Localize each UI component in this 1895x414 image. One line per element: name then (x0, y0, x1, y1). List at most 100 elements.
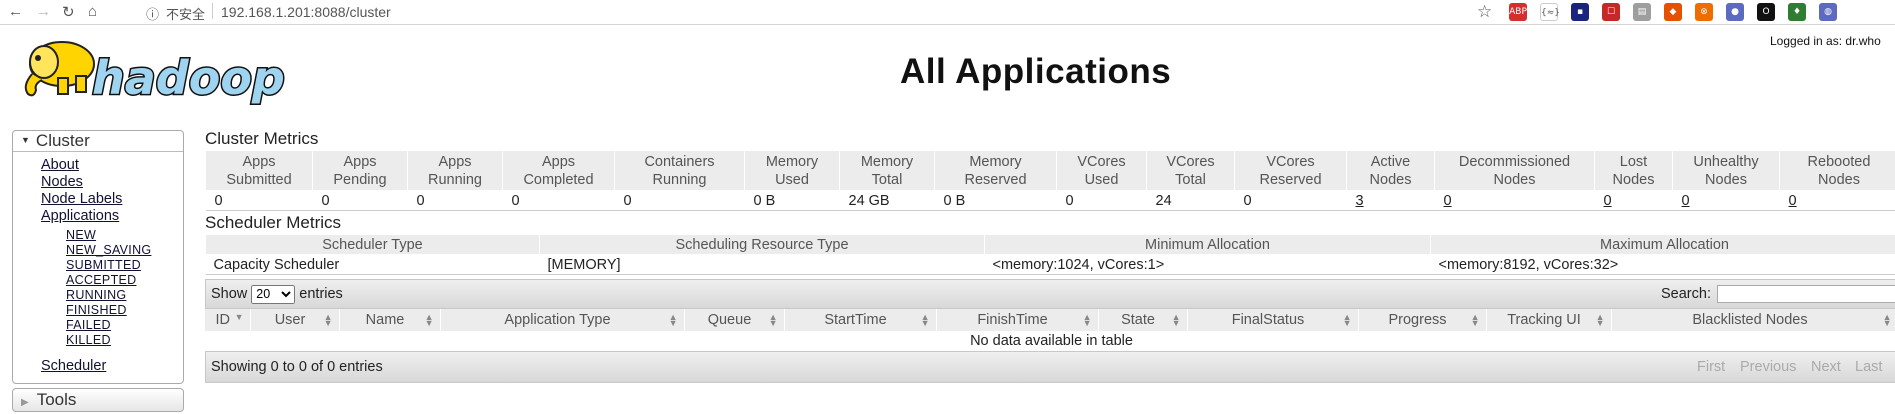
ext-red-icon[interactable]: ☐ (1602, 3, 1620, 21)
sidebar-link-nodes[interactable]: Nodes (41, 174, 183, 191)
column-header[interactable]: FinishTime ▲ ▼ (936, 309, 1099, 331)
app-state-new[interactable]: NEW (66, 228, 183, 243)
abp-icon[interactable]: ABP (1509, 3, 1527, 21)
app-state-submitted[interactable]: SUBMITTED (66, 258, 183, 273)
app-state-finished[interactable]: FINISHED (66, 303, 183, 318)
ext-green-icon[interactable]: ♦ (1788, 3, 1806, 21)
sidebar-link-about[interactable]: About (41, 157, 183, 174)
column-header[interactable]: ID ▼ (205, 309, 251, 331)
metric-value-link[interactable]: 0 (1789, 193, 1797, 209)
metric-header: VCores Used (1056, 150, 1147, 191)
search-label: Search: (1661, 286, 1711, 302)
forward-icon[interactable]: → (36, 3, 51, 20)
page-size-select[interactable]: 20 (251, 284, 296, 304)
column-header[interactable]: FinalStatus ▲ ▼ (1187, 309, 1359, 331)
column-header[interactable]: Blacklisted Nodes ▲ ▼ (1611, 309, 1895, 331)
app-state-new-saving[interactable]: NEW_SAVING (66, 243, 183, 258)
sidebar-link-scheduler[interactable]: Scheduler (41, 358, 183, 375)
info-icon[interactable]: ⓘ (146, 4, 159, 23)
sidebar-link-applications[interactable]: Applications (41, 208, 183, 225)
metric-value: 0 (502, 190, 615, 211)
sched-min-value: <memory:1024, vCores:1> (984, 254, 1431, 275)
sort-both-icon: ▲ ▼ (1082, 312, 1092, 328)
show-label: Show (211, 286, 248, 302)
column-header[interactable]: Application Type ▲ ▼ (440, 309, 685, 331)
column-header[interactable]: Tracking UI ▲ ▼ (1486, 309, 1612, 331)
page-size-control: Show 20 entries (211, 280, 343, 308)
app-state-links: NEW NEW_SAVING SUBMITTED ACCEPTED RUNNIN… (41, 228, 183, 348)
home-icon[interactable]: ⌂ (88, 3, 97, 20)
metric-value-link[interactable]: 0 (1444, 193, 1452, 209)
column-header[interactable]: Name ▲ ▼ (339, 309, 441, 331)
search-input[interactable] (1717, 285, 1895, 303)
ext-globe-icon[interactable]: ● (1726, 3, 1744, 21)
metric-value: 24 (1146, 190, 1235, 211)
metric-header: Apps Submitted (205, 150, 313, 191)
metric-header: Memory Total (839, 150, 935, 191)
metric-value-link[interactable]: 0 (1604, 193, 1612, 209)
metric-header: Lost Nodes (1594, 150, 1673, 191)
column-header[interactable]: Queue ▲ ▼ (684, 309, 785, 331)
metric-header: Apps Pending (312, 150, 408, 191)
metric-header: Memory Used (744, 150, 840, 191)
sort-both-icon: ▲ ▼ (424, 312, 434, 328)
metric-value-link[interactable]: 3 (1356, 193, 1364, 209)
sort-both-icon: ▲ ▼ (1595, 312, 1605, 328)
app-state-killed[interactable]: KILLED (66, 333, 183, 348)
hadoop-logo-text: hadoop (92, 51, 285, 105)
applications-table: ID ▼ User ▲ ▼ Name ▲ ▼ Application Type ▲ ▼ Queue ▲ ▼… (205, 309, 1895, 351)
metric-value-link[interactable]: 0 (1682, 193, 1690, 209)
ext-earth-icon[interactable]: ◍ (1819, 3, 1837, 21)
column-header[interactable]: State ▲ ▼ (1098, 309, 1188, 331)
cluster-label: Cluster (35, 131, 90, 150)
metric-value: 0 (205, 190, 313, 211)
app-state-accepted[interactable]: ACCEPTED (66, 273, 183, 288)
sort-both-icon: ▲ ▼ (1882, 312, 1892, 328)
pager-last[interactable]: Last (1855, 352, 1882, 382)
main-content: Cluster Metrics Apps Submitted Apps Pending… (205, 128, 1895, 383)
empty-table-message: No data available in table (970, 333, 1133, 349)
gitlab-icon[interactable]: ◆ (1664, 3, 1682, 21)
sort-both-icon: ▲ ▼ (323, 312, 333, 328)
ext-orange-icon[interactable]: ⊗ (1695, 3, 1713, 21)
reload-icon[interactable]: ↻ (62, 3, 75, 21)
pager-previous[interactable]: Previous (1740, 352, 1796, 382)
page-title: All Applications (900, 52, 1172, 91)
bookmark-star-icon[interactable]: ☆ (1477, 2, 1492, 22)
security-label[interactable]: 不安全 (166, 4, 205, 23)
address-separator (212, 3, 213, 19)
metric-value: 0 (1434, 190, 1595, 211)
address-bar-url[interactable]: 192.168.1.201:8088/cluster (221, 4, 391, 20)
ext-dark-icon[interactable]: ▪ (1571, 3, 1589, 21)
sched-header-resource: Scheduling Resource Type (539, 234, 985, 255)
metric-value: 24 GB (839, 190, 935, 211)
app-state-running[interactable]: RUNNING (66, 288, 183, 303)
cluster-metrics-table: Apps Submitted Apps Pending Apps Running Apps C… (205, 150, 1895, 211)
pager-first[interactable]: First (1697, 352, 1725, 382)
column-header[interactable]: Progress ▲ ▼ (1358, 309, 1487, 331)
back-icon[interactable]: ← (8, 3, 23, 20)
sort-both-icon: ▲ ▼ (920, 312, 930, 328)
app-state-failed[interactable]: FAILED (66, 318, 183, 333)
sidebar-link-node-labels[interactable]: Node Labels (41, 191, 183, 208)
cluster-panel-header[interactable]: ▼ Cluster (13, 131, 183, 152)
apps-table-footer: Showing 0 to 0 of 0 entries First Previo… (205, 351, 1895, 383)
pager-next[interactable]: Next (1811, 352, 1841, 382)
ext-doc-icon[interactable]: ▤ (1633, 3, 1651, 21)
tools-panel-header[interactable]: ▶ Tools (12, 388, 184, 412)
ext-ring-icon[interactable]: O (1757, 3, 1775, 21)
metric-value: 0 (1672, 190, 1780, 211)
collapse-triangle-icon: ▼ (21, 135, 30, 145)
column-header[interactable]: User ▲ ▼ (250, 309, 340, 331)
sched-max-value: <memory:8192, vCores:32> (1430, 254, 1895, 275)
json-icon[interactable]: {≈} (1540, 3, 1560, 21)
scheduler-metrics-title: Scheduler Metrics (205, 213, 342, 232)
metric-value: 0 (1594, 190, 1673, 211)
metric-header: Apps Running (407, 150, 503, 191)
metric-header: VCores Total (1146, 150, 1235, 191)
metric-header: Decommissioned Nodes (1434, 150, 1595, 191)
logged-in-user: Logged in as: dr.who (1770, 34, 1881, 48)
sort-both-icon: ▲ ▼ (1171, 312, 1181, 328)
cluster-panel: ▼ Cluster About Nodes Node Labels Applica… (12, 130, 184, 384)
column-header[interactable]: StartTime ▲ ▼ (784, 309, 937, 331)
